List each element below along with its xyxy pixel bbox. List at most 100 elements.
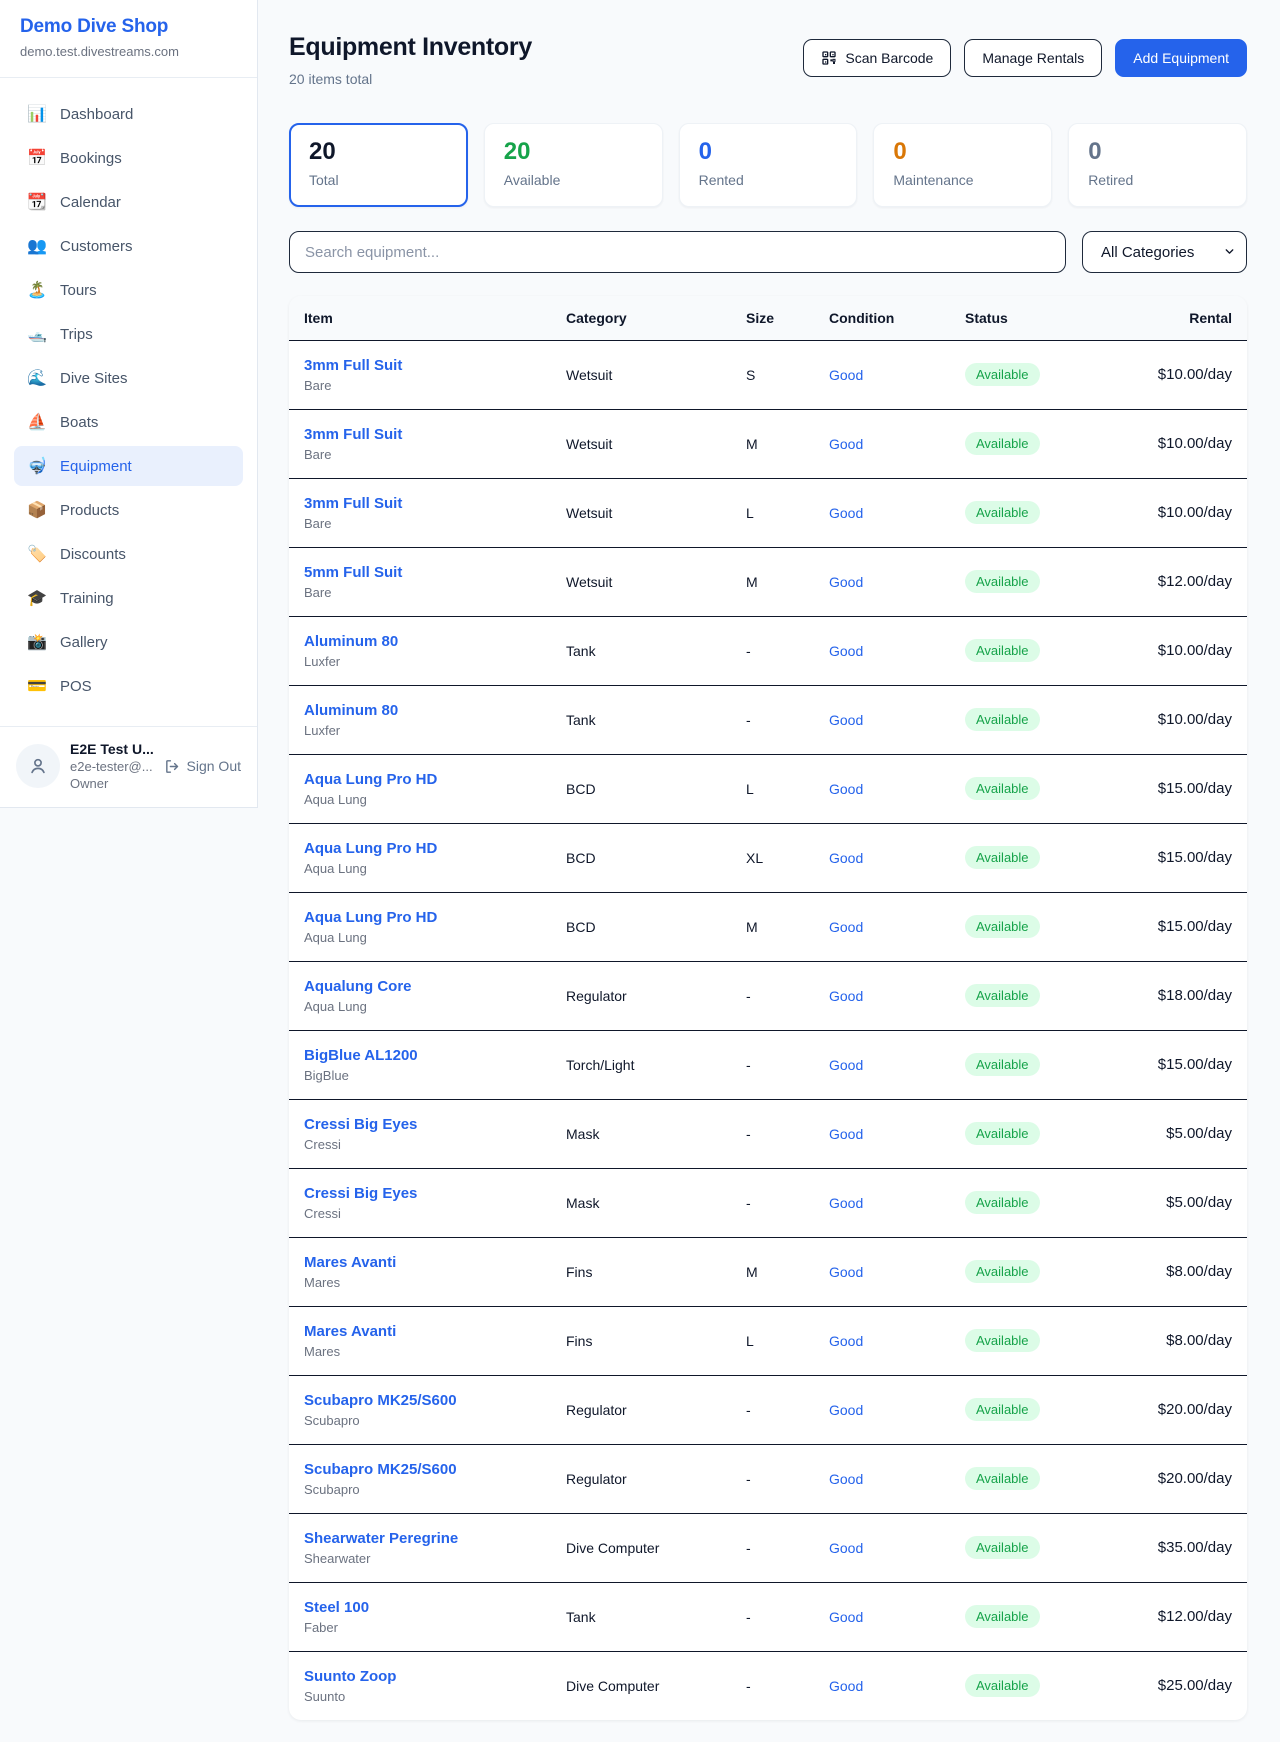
item-name-link[interactable]: Scubapro MK25/S600 xyxy=(304,1392,558,1409)
sidebar-item-discounts[interactable]: 🏷️Discounts xyxy=(14,534,243,574)
table-row[interactable]: Suunto ZoopSuuntoDive Computer-GoodAvail… xyxy=(289,1651,1247,1720)
stat-value: 0 xyxy=(1088,139,1227,165)
item-condition-link[interactable]: Good xyxy=(829,1264,863,1280)
table-row[interactable]: Mares AvantiMaresFinsLGoodAvailable$8.00… xyxy=(289,1306,1247,1375)
scan-barcode-button[interactable]: Scan Barcode xyxy=(803,39,951,77)
item-condition-link[interactable]: Good xyxy=(829,1195,863,1211)
item-name-link[interactable]: Aqualung Core xyxy=(304,978,558,995)
item-condition-link[interactable]: Good xyxy=(829,1471,863,1487)
table-row[interactable]: Cressi Big EyesCressiMask-GoodAvailable$… xyxy=(289,1099,1247,1168)
item-condition-link[interactable]: Good xyxy=(829,988,863,1004)
table-row[interactable]: 5mm Full SuitBareWetsuitMGoodAvailable$1… xyxy=(289,547,1247,616)
sidebar-item-gallery[interactable]: 📸Gallery xyxy=(14,622,243,662)
sidebar-item-dive-sites[interactable]: 🌊Dive Sites xyxy=(14,358,243,398)
item-name-link[interactable]: Aqua Lung Pro HD xyxy=(304,771,558,788)
item-name-link[interactable]: Scubapro MK25/S600 xyxy=(304,1461,558,1478)
stat-card-retired[interactable]: 0Retired xyxy=(1068,123,1247,207)
category-select[interactable]: All Categories xyxy=(1082,231,1247,273)
sidebar-item-products[interactable]: 📦Products xyxy=(14,490,243,530)
rental-price: $18.00/day xyxy=(1158,987,1232,1004)
item-condition-link[interactable]: Good xyxy=(829,850,863,866)
sidebar-item-training[interactable]: 🎓Training xyxy=(14,578,243,618)
item-name-link[interactable]: Aluminum 80 xyxy=(304,702,558,719)
search-input[interactable] xyxy=(289,231,1066,273)
table-row[interactable]: 3mm Full SuitBareWetsuitLGoodAvailable$1… xyxy=(289,478,1247,547)
item-condition-link[interactable]: Good xyxy=(829,574,863,590)
item-name-link[interactable]: 3mm Full Suit xyxy=(304,357,558,374)
item-condition-link[interactable]: Good xyxy=(829,436,863,452)
item-name-link[interactable]: 3mm Full Suit xyxy=(304,426,558,443)
table-row[interactable]: Aqua Lung Pro HDAqua LungBCDLGoodAvailab… xyxy=(289,754,1247,823)
item-name-link[interactable]: Suunto Zoop xyxy=(304,1668,558,1685)
table-row[interactable]: 3mm Full SuitBareWetsuitMGoodAvailable$1… xyxy=(289,409,1247,478)
item-size: M xyxy=(746,1237,829,1306)
status-badge: Available xyxy=(965,1191,1040,1214)
table-row[interactable]: Aqualung CoreAqua LungRegulator-GoodAvai… xyxy=(289,961,1247,1030)
table-row[interactable]: Scubapro MK25/S600ScubaproRegulator-Good… xyxy=(289,1375,1247,1444)
item-condition-link[interactable]: Good xyxy=(829,781,863,797)
item-size: M xyxy=(746,547,829,616)
sign-out-button[interactable]: Sign Out xyxy=(164,758,241,775)
item-condition-link[interactable]: Good xyxy=(829,1333,863,1349)
table-row[interactable]: Aqua Lung Pro HDAqua LungBCDMGoodAvailab… xyxy=(289,892,1247,961)
item-name-link[interactable]: 3mm Full Suit xyxy=(304,495,558,512)
item-name-link[interactable]: Steel 100 xyxy=(304,1599,558,1616)
item-condition-link[interactable]: Good xyxy=(829,1609,863,1625)
table-row[interactable]: Cressi Big EyesCressiMask-GoodAvailable$… xyxy=(289,1168,1247,1237)
stat-card-maintenance[interactable]: 0Maintenance xyxy=(873,123,1052,207)
item-size: S xyxy=(746,340,829,409)
table-row[interactable]: Mares AvantiMaresFinsMGoodAvailable$8.00… xyxy=(289,1237,1247,1306)
item-name-link[interactable]: 5mm Full Suit xyxy=(304,564,558,581)
item-condition-link[interactable]: Good xyxy=(829,367,863,383)
sidebar-item-bookings[interactable]: 📅Bookings xyxy=(14,138,243,178)
item-condition-link[interactable]: Good xyxy=(829,1540,863,1556)
column-header-status: Status xyxy=(965,296,1115,340)
item-condition-link[interactable]: Good xyxy=(829,1678,863,1694)
table-row[interactable]: Aluminum 80LuxferTank-GoodAvailable$10.0… xyxy=(289,616,1247,685)
sidebar-item-trips[interactable]: 🛥️Trips xyxy=(14,314,243,354)
table-row[interactable]: Aluminum 80LuxferTank-GoodAvailable$10.0… xyxy=(289,685,1247,754)
item-name-link[interactable]: Shearwater Peregrine xyxy=(304,1530,558,1547)
item-name-link[interactable]: Aqua Lung Pro HD xyxy=(304,840,558,857)
brand-title[interactable]: Demo Dive Shop xyxy=(20,16,237,38)
table-row[interactable]: Scubapro MK25/S600ScubaproRegulator-Good… xyxy=(289,1444,1247,1513)
item-name-link[interactable]: Aluminum 80 xyxy=(304,633,558,650)
item-name-link[interactable]: BigBlue AL1200 xyxy=(304,1047,558,1064)
item-condition-link[interactable]: Good xyxy=(829,1402,863,1418)
stat-card-total[interactable]: 20Total xyxy=(289,123,468,207)
sidebar-item-equipment[interactable]: 🤿Equipment xyxy=(14,446,243,486)
table-row[interactable]: Aqua Lung Pro HDAqua LungBCDXLGoodAvaila… xyxy=(289,823,1247,892)
training-icon: 🎓 xyxy=(26,588,48,608)
item-name-link[interactable]: Mares Avanti xyxy=(304,1254,558,1271)
item-condition-link[interactable]: Good xyxy=(829,919,863,935)
item-condition-link[interactable]: Good xyxy=(829,643,863,659)
sidebar-item-calendar[interactable]: 📆Calendar xyxy=(14,182,243,222)
rental-price: $5.00/day xyxy=(1166,1125,1232,1142)
sidebar-item-dashboard[interactable]: 📊Dashboard xyxy=(14,94,243,134)
sidebar-item-boats[interactable]: ⛵Boats xyxy=(14,402,243,442)
table-row[interactable]: BigBlue AL1200BigBlueTorch/Light-GoodAva… xyxy=(289,1030,1247,1099)
rental-price: $10.00/day xyxy=(1158,711,1232,728)
item-condition-link[interactable]: Good xyxy=(829,712,863,728)
stat-card-available[interactable]: 20Available xyxy=(484,123,663,207)
item-category: Fins xyxy=(566,1306,746,1375)
item-size: - xyxy=(746,685,829,754)
table-row[interactable]: Shearwater PeregrineShearwaterDive Compu… xyxy=(289,1513,1247,1582)
add-equipment-button[interactable]: Add Equipment xyxy=(1115,39,1247,77)
item-name-link[interactable]: Cressi Big Eyes xyxy=(304,1116,558,1133)
sidebar-item-tours[interactable]: 🏝️Tours xyxy=(14,270,243,310)
table-row[interactable]: 3mm Full SuitBareWetsuitSGoodAvailable$1… xyxy=(289,340,1247,409)
status-badge: Available xyxy=(965,1467,1040,1490)
user-name: E2E Test U... xyxy=(70,741,154,757)
sidebar-item-customers[interactable]: 👥Customers xyxy=(14,226,243,266)
table-row[interactable]: Steel 100FaberTank-GoodAvailable$12.00/d… xyxy=(289,1582,1247,1651)
item-condition-link[interactable]: Good xyxy=(829,1126,863,1142)
item-name-link[interactable]: Mares Avanti xyxy=(304,1323,558,1340)
item-name-link[interactable]: Cressi Big Eyes xyxy=(304,1185,558,1202)
sidebar-item-pos[interactable]: 💳POS xyxy=(14,666,243,706)
manage-rentals-button[interactable]: Manage Rentals xyxy=(964,39,1102,77)
item-condition-link[interactable]: Good xyxy=(829,505,863,521)
stat-card-rented[interactable]: 0Rented xyxy=(679,123,858,207)
item-condition-link[interactable]: Good xyxy=(829,1057,863,1073)
item-name-link[interactable]: Aqua Lung Pro HD xyxy=(304,909,558,926)
